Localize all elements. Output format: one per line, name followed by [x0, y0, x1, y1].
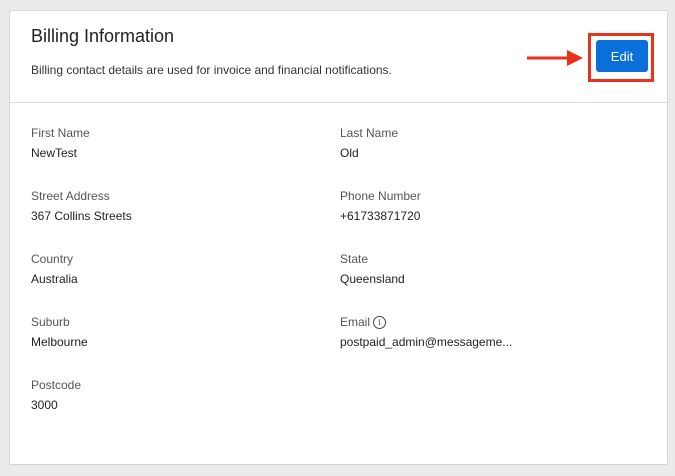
- first-name-label: First Name: [31, 126, 90, 140]
- email-value: postpaid_admin@messageme...: [340, 335, 513, 349]
- street-address-value: 367 Collins Streets: [31, 209, 132, 223]
- email-label: Email: [340, 315, 371, 329]
- page-subtitle: Billing contact details are used for inv…: [31, 63, 392, 77]
- edit-button[interactable]: Edit: [596, 40, 648, 72]
- billing-information-card: Billing Information Billing contact deta…: [9, 10, 668, 465]
- street-address-field: Street Address 367 Collins Streets: [31, 189, 132, 223]
- country-field: Country Australia: [31, 252, 78, 286]
- phone-number-label: Phone Number: [340, 189, 421, 203]
- first-name-field: First Name NewTest: [31, 126, 90, 160]
- email-field: Email i postpaid_admin@messageme...: [340, 315, 512, 349]
- phone-number-value: +61733871720: [340, 209, 421, 223]
- email-label-row: Email i: [340, 315, 512, 329]
- country-label: Country: [31, 252, 74, 266]
- arrow-right-icon: [527, 50, 583, 66]
- first-name-value: NewTest: [31, 146, 78, 160]
- street-address-label: Street Address: [31, 189, 110, 203]
- postcode-field: Postcode 3000: [31, 378, 81, 412]
- card-header: Billing Information Billing contact deta…: [10, 11, 667, 103]
- suburb-value: Melbourne: [31, 335, 88, 349]
- info-icon[interactable]: i: [373, 315, 387, 329]
- state-field: State Queensland: [340, 252, 405, 286]
- postcode-label: Postcode: [31, 378, 82, 392]
- last-name-label: Last Name: [340, 126, 399, 140]
- last-name-field: Last Name Old: [340, 126, 398, 160]
- last-name-value: Old: [340, 146, 359, 160]
- page-title: Billing Information: [31, 26, 175, 46]
- country-value: Australia: [31, 272, 78, 286]
- phone-number-field: Phone Number +61733871720: [340, 189, 421, 223]
- suburb-field: Suburb Melbourne: [31, 315, 88, 349]
- postcode-value: 3000: [31, 398, 58, 412]
- suburb-label: Suburb: [31, 315, 70, 329]
- state-value: Queensland: [340, 272, 405, 286]
- state-label: State: [340, 252, 369, 266]
